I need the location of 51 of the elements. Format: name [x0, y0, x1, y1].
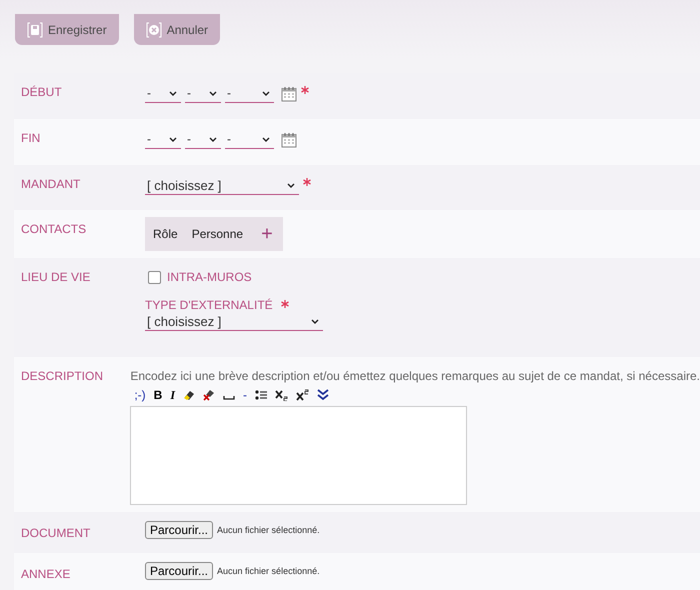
chevron-down-icon	[209, 90, 217, 96]
browse-button[interactable]: Parcourir...	[145, 562, 214, 580]
chevron-down-icon	[169, 136, 177, 142]
bold-button[interactable]: B	[154, 388, 162, 402]
toolbar-button[interactable]: Enregistrer	[15, 14, 119, 45]
date-select[interactable]: -	[185, 130, 221, 149]
add-button[interactable]: +	[257, 224, 277, 244]
subscript-icon[interactable]	[275, 389, 288, 401]
toolbar-button[interactable]: ;-)	[134, 388, 146, 402]
date-select[interactable]: -	[225, 84, 274, 103]
chevron-down-icon	[169, 90, 177, 96]
highlighter-icon[interactable]	[183, 389, 195, 401]
field-label: TYPE D'EXTERNALITÉ	[145, 298, 273, 312]
field-label: LIEU DE VIE	[21, 269, 92, 286]
checkbox[interactable]	[148, 270, 161, 284]
calendar-icon[interactable]	[281, 132, 297, 148]
field-label: DESCRIPTION	[21, 368, 104, 385]
chevron-down-icon	[262, 136, 270, 142]
field-label: MANDANT	[21, 176, 82, 193]
toolbar-button[interactable]: Annuler	[134, 14, 220, 45]
field-label: DOCUMENT	[21, 525, 92, 542]
double-chevron-icon[interactable]	[317, 389, 329, 401]
select-dropdown[interactable]: [ choisissez ]	[145, 312, 323, 331]
date-select[interactable]: -	[145, 84, 181, 103]
toolbar-button[interactable]: -	[243, 388, 247, 402]
calendar-icon[interactable]	[281, 86, 297, 102]
column-header: Personne	[192, 227, 244, 241]
date-select[interactable]: -	[145, 130, 181, 149]
chevron-down-icon	[209, 136, 217, 142]
chevron-down-icon	[262, 90, 270, 96]
save-icon	[27, 22, 43, 38]
file-status: Aucun fichier sélectionné.	[217, 566, 320, 576]
italic-button[interactable]: I	[170, 388, 175, 402]
field-label: DÉBUT	[21, 84, 63, 101]
date-select[interactable]: -	[185, 84, 221, 103]
list-icon[interactable]	[255, 389, 267, 401]
eraser-icon[interactable]	[203, 389, 215, 401]
column-header: Rôle	[153, 227, 178, 241]
field-label: CONTACTS	[21, 221, 88, 238]
file-status: Aucun fichier sélectionné.	[217, 525, 320, 535]
browse-button[interactable]: Parcourir...	[145, 521, 214, 539]
hint-text: Encodez ici une brève description et/ou émettez quelques remarques au sujet de ce mandat, si nécessaire.	[130, 369, 700, 383]
chevron-down-icon	[311, 318, 319, 324]
superscript-icon[interactable]	[296, 389, 309, 401]
field-label: FIN	[21, 130, 42, 147]
close-icon	[146, 22, 162, 38]
chevron-down-icon	[287, 182, 295, 188]
date-select[interactable]: -	[225, 130, 274, 149]
field-label: ANNEXE	[21, 566, 72, 583]
checkbox-label: INTRA-MUROS	[167, 270, 252, 284]
select-dropdown[interactable]: [ choisissez ]	[145, 176, 299, 195]
